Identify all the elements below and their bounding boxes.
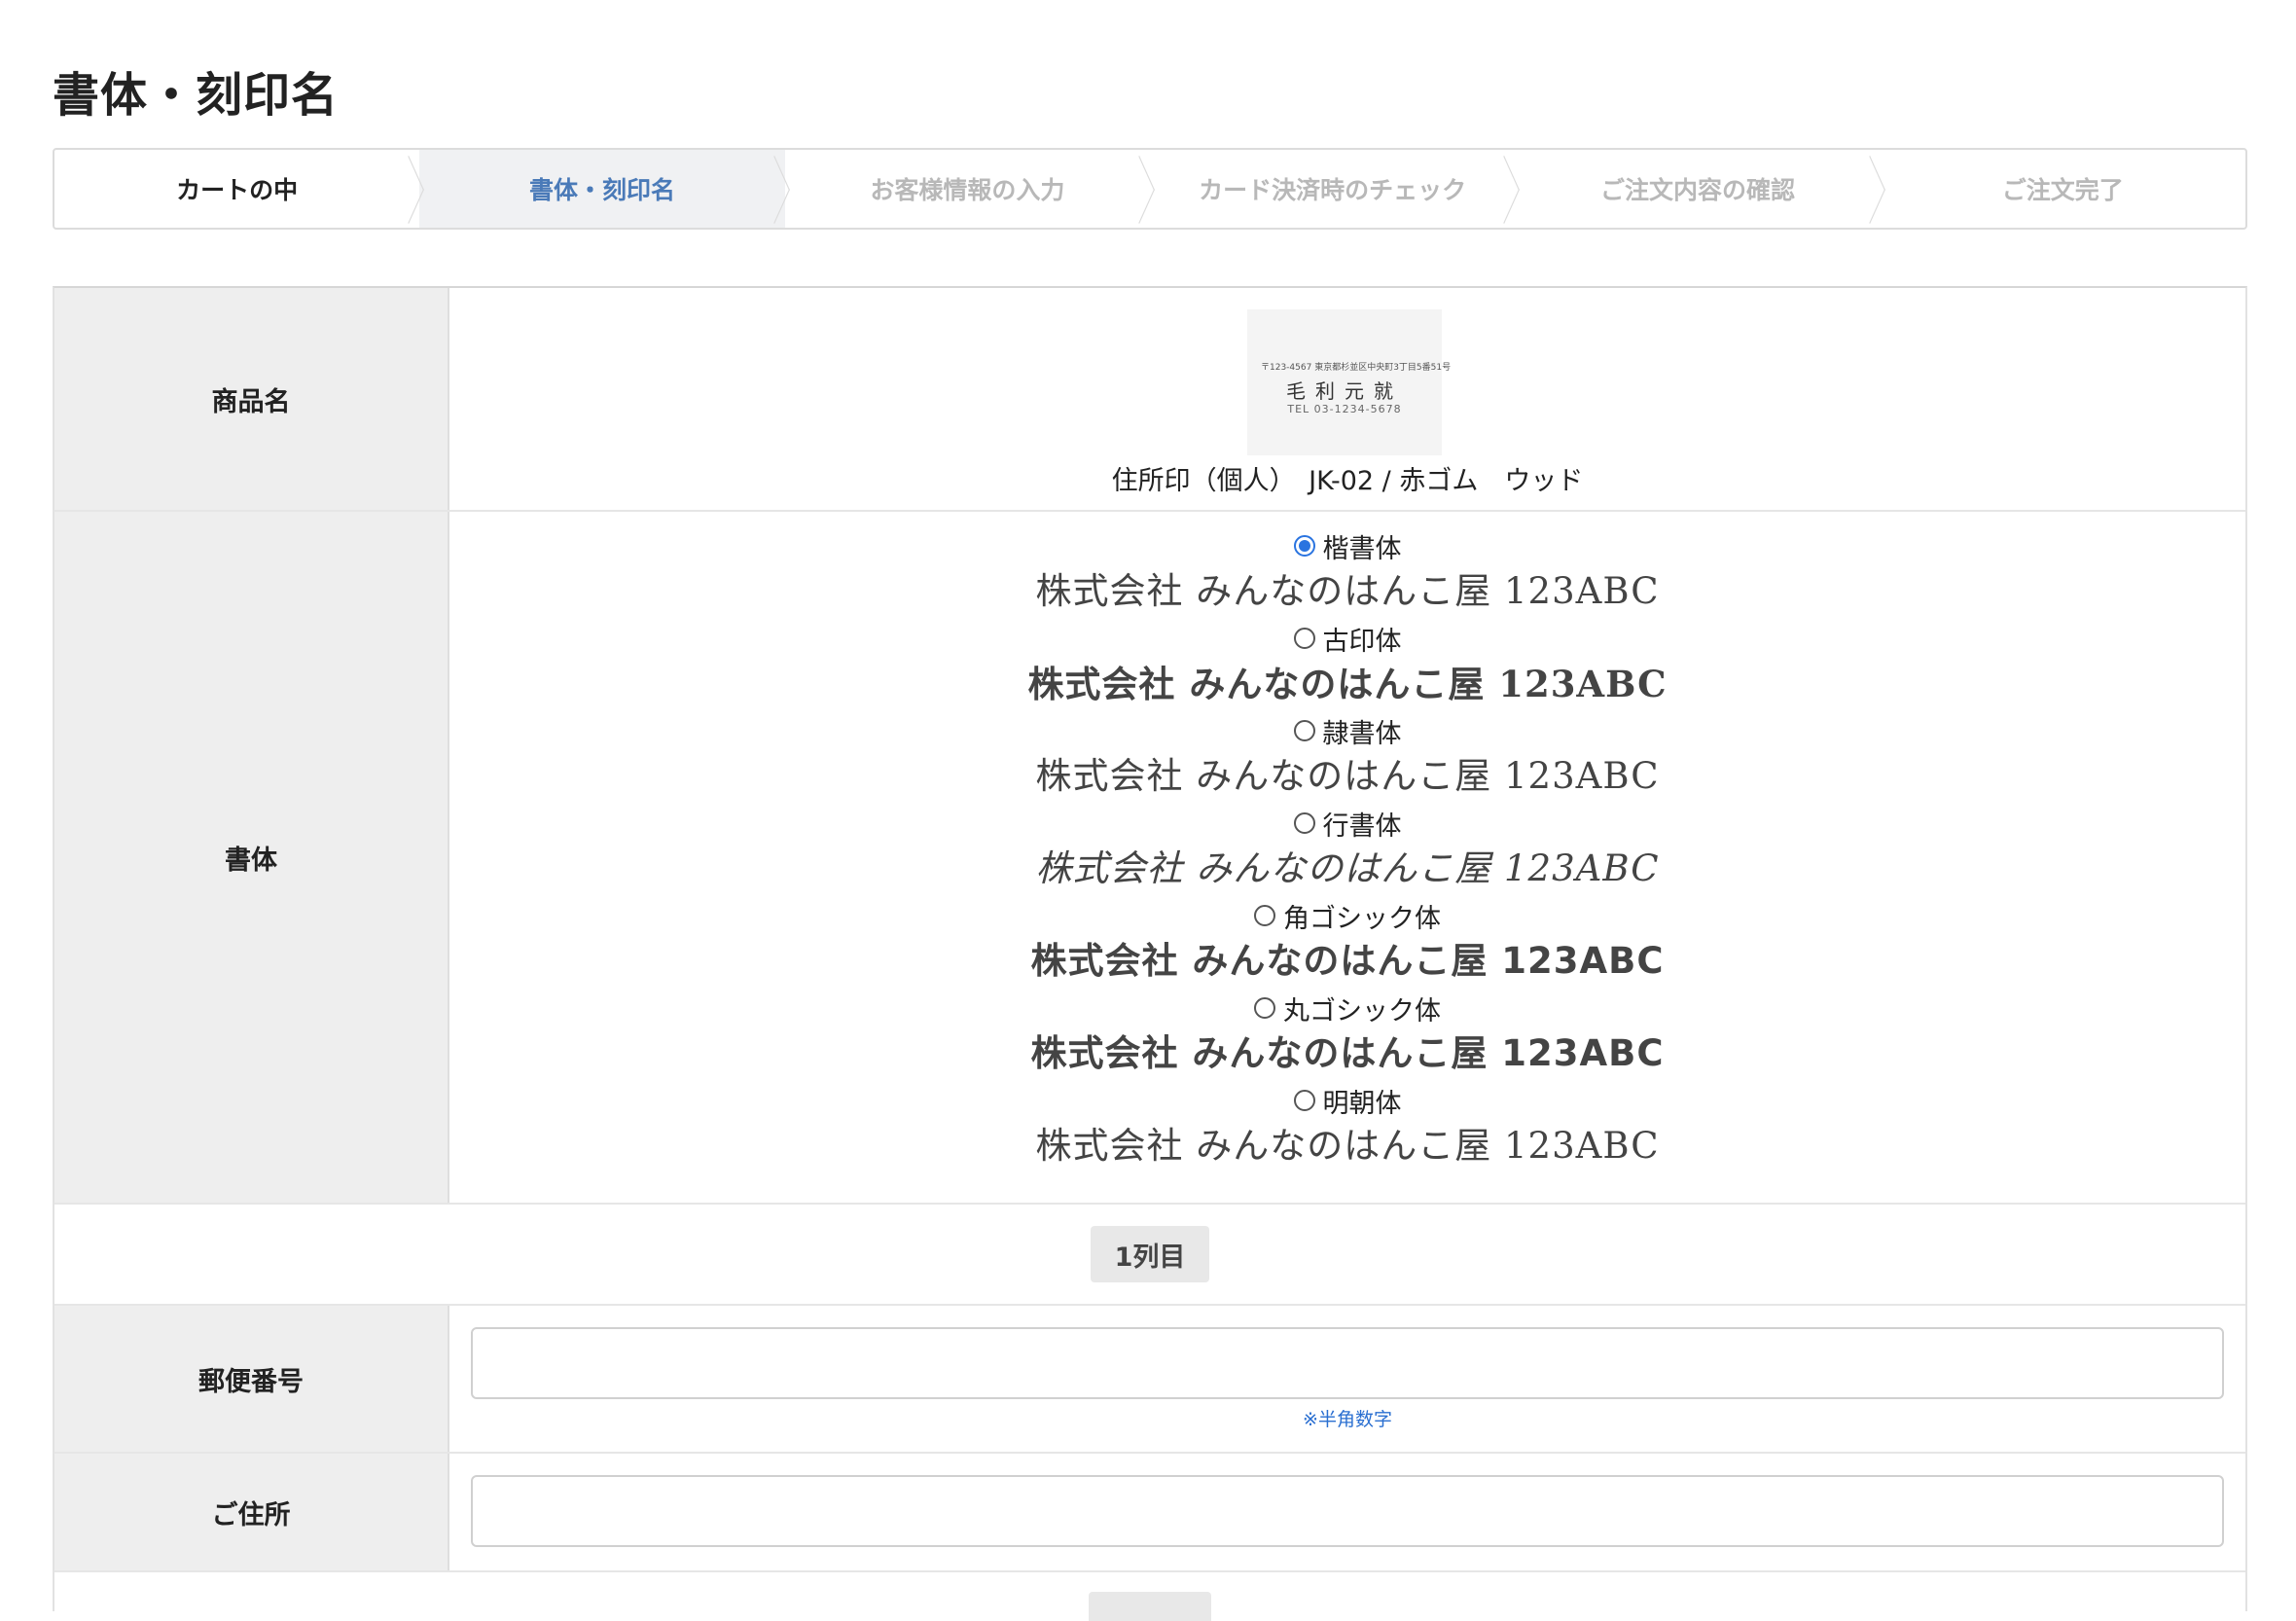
font-sample: 株式会社 みんなのはんこ屋 123ABC: [1027, 663, 1668, 705]
font-radio-label[interactable]: 楷書体: [1293, 527, 1402, 564]
font-option-name: 角ゴシック体: [1283, 903, 1441, 934]
font-radio-label[interactable]: 隷書体: [1293, 712, 1402, 749]
font-option-name: 隷書体: [1322, 718, 1402, 749]
step-label: カートの中: [176, 176, 299, 204]
thumb-line-2: 毛利元就: [1286, 379, 1403, 403]
step-card-check: カード決済時のチェック: [1150, 150, 1521, 228]
font-sample: 株式会社 みんなのはんこ屋 123ABC: [1035, 847, 1660, 889]
next-column-row: [54, 1572, 2245, 1621]
font-sample: 株式会社 みんなのはんこ屋 123ABC: [1035, 570, 1660, 612]
font-option-name: 明朝体: [1322, 1088, 1402, 1119]
zip-note: ※半角数字: [1303, 1409, 1392, 1430]
radio-button[interactable]: [1254, 905, 1275, 926]
radio-button[interactable]: [1254, 997, 1275, 1019]
font-radio-label[interactable]: 明朝体: [1293, 1082, 1402, 1119]
font-option-name: 古印体: [1322, 626, 1402, 657]
product-thumbnail: 〒123-4567 東京都杉並区中央町3丁目5番51号 毛利元就 TEL 03-…: [1247, 309, 1451, 455]
font-sample: 株式会社 みんなのはんこ屋 123ABC: [1035, 755, 1660, 797]
font-radio-label[interactable]: 古印体: [1293, 620, 1402, 657]
font-sample: 株式会社 みんなのはんこ屋 123ABC: [1030, 1032, 1665, 1074]
address-row: ご住所: [54, 1454, 2245, 1572]
zip-row: 郵便番号 ※半角数字: [54, 1306, 2245, 1454]
radio-button[interactable]: [1293, 1090, 1315, 1111]
radio-button[interactable]: [1293, 535, 1315, 557]
font-option: 明朝体 株式会社 みんなのはんこ屋 123ABC: [1035, 1082, 1659, 1174]
font-option: 楷書体 株式会社 みんなのはんこ屋 123ABC: [1035, 527, 1659, 620]
font-option-name: 楷書体: [1322, 533, 1402, 564]
product-label: 商品名: [54, 288, 449, 510]
font-row: 書体 楷書体 株式会社 みんなのはんこ屋 123ABC 古印体 株式会社 みんな…: [54, 512, 2245, 1205]
step-order-confirm: ご注文内容の確認: [1515, 150, 1885, 228]
step-label: ご注文内容の確認: [1599, 176, 1795, 204]
product-row: 商品名 〒123-4567 東京都杉並区中央町3丁目5番51号 毛利元就 TEL…: [54, 288, 2245, 512]
font-radio-label[interactable]: 行書体: [1293, 805, 1402, 842]
font-option: 隷書体 株式会社 みんなのはんこ屋 123ABC: [1035, 712, 1659, 805]
font-sample: 株式会社 みんなのはんこ屋 123ABC: [1030, 940, 1665, 982]
zip-input[interactable]: [471, 1327, 2224, 1399]
order-form-table: 商品名 〒123-4567 東京都杉並区中央町3丁目5番51号 毛利元就 TEL…: [53, 286, 2247, 1621]
product-name: 住所印（個人） JK-02 / 赤ゴム ウッド: [1111, 466, 1584, 496]
step-font-engraving: 書体・刻印名: [419, 150, 790, 228]
font-option: 丸ゴシック体 株式会社 みんなのはんこ屋 123ABC: [1031, 990, 1665, 1082]
address-label: ご住所: [54, 1454, 449, 1570]
font-option-list: 楷書体 株式会社 みんなのはんこ屋 123ABC 古印体 株式会社 みんなのはん…: [449, 527, 2245, 1174]
font-option: 古印体 株式会社 みんなのはんこ屋 123ABC: [1027, 620, 1667, 712]
font-option-name: 行書体: [1322, 810, 1402, 842]
page-title: 書体・刻印名: [53, 68, 340, 123]
step-label: カード決済時のチェック: [1199, 176, 1467, 204]
font-label: 書体: [54, 512, 449, 1203]
radio-button[interactable]: [1293, 812, 1315, 834]
checkout-steps: カートの中 書体・刻印名 お客様情報の入力 カード決済時のチェック ご注文内容の…: [53, 148, 2247, 230]
radio-button[interactable]: [1293, 720, 1315, 741]
step-label: お客様情報の入力: [870, 176, 1065, 204]
zip-label: 郵便番号: [54, 1306, 449, 1452]
step-label: 書体・刻印名: [528, 176, 675, 204]
font-option-name: 丸ゴシック体: [1283, 995, 1441, 1027]
thumb-line-1: 〒123-4567 東京都杉並区中央町3丁目5番51号: [1261, 363, 1452, 373]
column-badge: 1列目: [1091, 1226, 1209, 1282]
step-cart: カートの中: [54, 150, 425, 228]
font-option: 角ゴシック体 株式会社 みんなのはんこ屋 123ABC: [1031, 897, 1665, 990]
step-order-complete: ご注文完了: [1881, 150, 2245, 228]
step-label: ご注文完了: [2001, 176, 2124, 204]
font-radio-label[interactable]: 角ゴシック体: [1254, 897, 1441, 934]
step-customer-info: お客様情報の入力: [785, 150, 1155, 228]
thumb-line-3: TEL 03-1234-5678: [1287, 403, 1402, 415]
font-sample: 株式会社 みんなのはんこ屋 123ABC: [1035, 1125, 1660, 1167]
font-radio-label[interactable]: 丸ゴシック体: [1254, 990, 1441, 1027]
address-input[interactable]: [471, 1475, 2224, 1547]
radio-button[interactable]: [1293, 628, 1315, 649]
font-option: 行書体 株式会社 みんなのはんこ屋 123ABC: [1035, 805, 1659, 897]
column-header-row: 1列目: [54, 1205, 2245, 1306]
column-badge-partial: [1089, 1592, 1211, 1621]
